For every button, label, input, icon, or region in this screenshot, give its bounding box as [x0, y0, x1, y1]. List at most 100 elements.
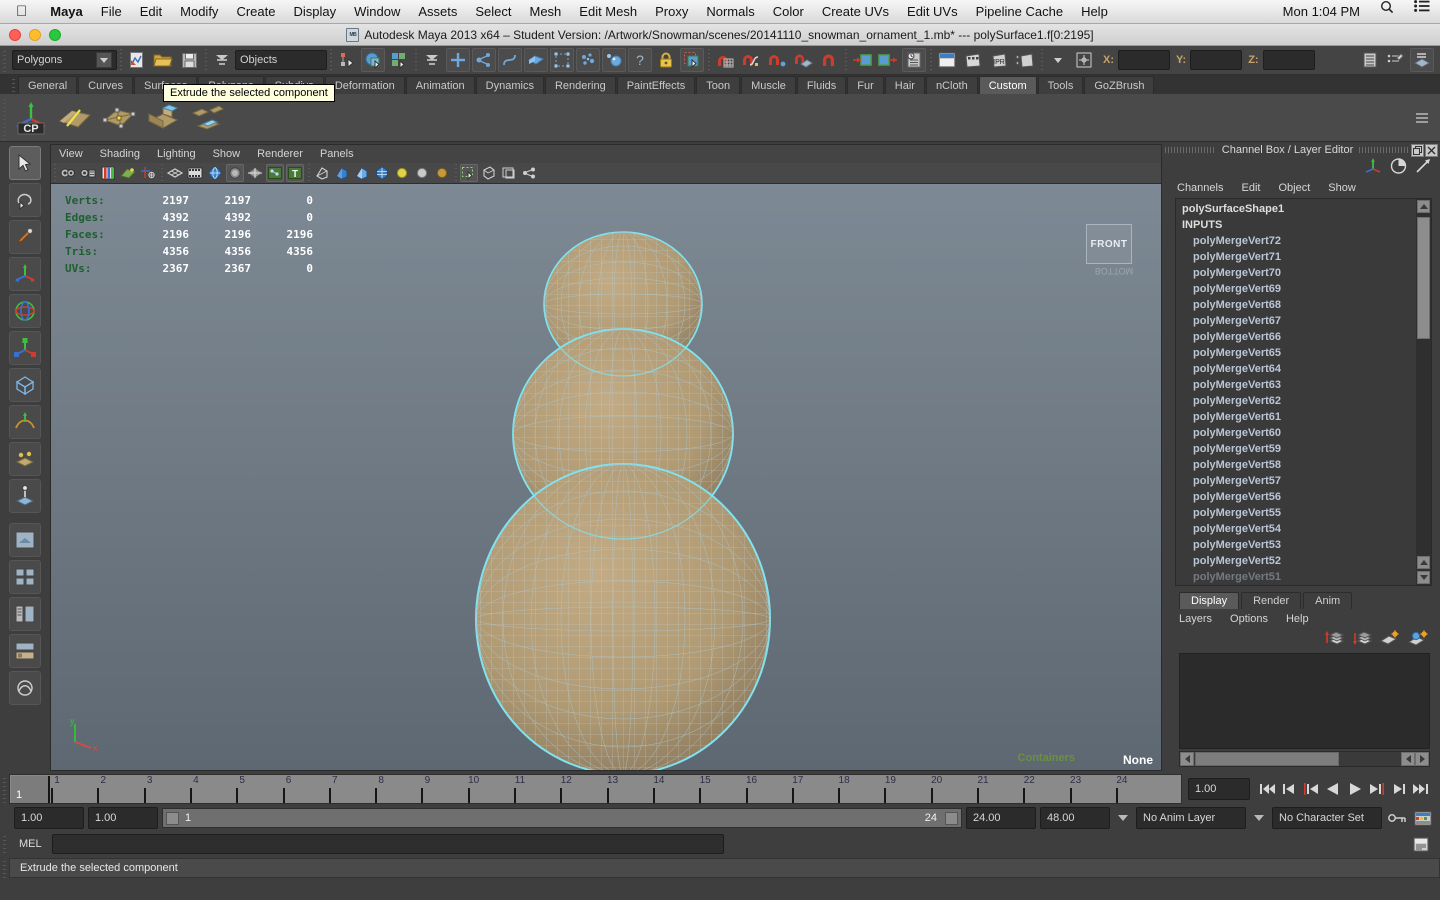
backface-cull-icon[interactable]: [480, 164, 498, 182]
scroll-down-arrow[interactable]: [1417, 571, 1430, 584]
channel-box-input-17[interactable]: polyMergeVert55: [1176, 505, 1431, 521]
list-icon[interactable]: [1404, 0, 1440, 24]
layer-list[interactable]: [1179, 653, 1430, 749]
apple-logo-icon[interactable]: : [16, 4, 27, 19]
channel-box-input-7[interactable]: polyMergeVert65: [1176, 345, 1431, 361]
restore-icon[interactable]: [1411, 143, 1424, 157]
mask-handle-icon[interactable]: [446, 48, 470, 72]
os-menu-item-help[interactable]: Help: [1072, 0, 1117, 24]
select-by-hierarchy-icon[interactable]: [335, 48, 359, 72]
channel-box-list[interactable]: polySurfaceShape1 INPUTS polyMergeVert72…: [1175, 198, 1432, 586]
channel-box-menu-edit[interactable]: Edit: [1241, 182, 1260, 194]
render-current-frame-icon[interactable]: [961, 48, 985, 72]
shelf-tab-custom[interactable]: Custom: [978, 76, 1037, 94]
paint-select-tool[interactable]: [9, 220, 41, 254]
shelf-tab-tools[interactable]: Tools: [1037, 76, 1084, 94]
last-tool-used[interactable]: [9, 442, 41, 476]
highlight-selection-icon[interactable]: [680, 48, 704, 72]
os-menu-item-window[interactable]: Window: [345, 0, 409, 24]
os-menu-item-display[interactable]: Display: [284, 0, 345, 24]
playback-end-time-field[interactable]: 24.00: [966, 807, 1036, 829]
channel-box-menu-object[interactable]: Object: [1278, 182, 1310, 194]
os-menu-item-assets[interactable]: Assets: [409, 0, 466, 24]
mask-surface-icon[interactable]: [524, 48, 548, 72]
animation-preferences-icon[interactable]: [1412, 807, 1434, 829]
scroll-down-arrow-upper[interactable]: [1417, 556, 1430, 569]
anim-layer-selector[interactable]: No Anim Layer: [1136, 807, 1246, 829]
layer-tab-display[interactable]: Display: [1179, 592, 1240, 609]
viewport-menu-panels[interactable]: Panels: [320, 148, 354, 160]
animation-start-time-field[interactable]: 1.00: [14, 807, 84, 829]
channel-box-shape-name[interactable]: polySurfaceShape1: [1176, 201, 1431, 217]
command-language-label[interactable]: MEL: [9, 838, 52, 850]
channel-box-input-6[interactable]: polyMergeVert66: [1176, 329, 1431, 345]
channel-box-input-4[interactable]: polyMergeVert68: [1176, 297, 1431, 313]
channel-box-input-21[interactable]: polyMergeVert51: [1176, 569, 1431, 585]
show-manipulator-tool[interactable]: [9, 479, 41, 513]
layer-scroll-left-arrow-2[interactable]: [1401, 752, 1415, 766]
os-menu-item-edit[interactable]: Edit: [131, 0, 171, 24]
select-by-component-type-icon[interactable]: [387, 48, 411, 72]
xray-active-icon[interactable]: [520, 164, 538, 182]
smooth-preview-icon[interactable]: [500, 164, 518, 182]
tool-settings-icon[interactable]: [1415, 158, 1432, 179]
time-slider[interactable]: 1 1 2 3 4 5 6 7 8 9 10 11 12 13 14 15 16 17 18 19 20 21 22 23 2…: [9, 774, 1182, 804]
shelf-tab-toon[interactable]: Toon: [696, 76, 741, 94]
playback-start-time-field[interactable]: 1.00: [88, 807, 158, 829]
shelf-options-icon[interactable]: [1410, 106, 1434, 130]
xray-joints-icon[interactable]: [266, 164, 284, 182]
input-connections-icon[interactable]: [850, 48, 874, 72]
resolution-gate-icon[interactable]: [206, 164, 224, 182]
character-set-selector[interactable]: No Character Set: [1272, 807, 1382, 829]
shadows-icon[interactable]: [433, 164, 451, 182]
os-menu-item-color[interactable]: Color: [764, 0, 813, 24]
save-scene-icon[interactable]: [177, 48, 201, 72]
snap-to-view-plane-icon[interactable]: [817, 48, 841, 72]
wireframe-on-shaded-icon[interactable]: [373, 164, 391, 182]
channel-box-input-15[interactable]: polyMergeVert57: [1176, 473, 1431, 489]
os-menu-item-edit-uvs[interactable]: Edit UVs: [898, 0, 967, 24]
snap-to-point-icon[interactable]: [765, 48, 789, 72]
os-menu-item-proxy[interactable]: Proxy: [646, 0, 697, 24]
channel-box-input-12[interactable]: polyMergeVert60: [1176, 425, 1431, 441]
channel-box-input-9[interactable]: polyMergeVert63: [1176, 377, 1431, 393]
channel-box-input-5[interactable]: polyMergeVert67: [1176, 313, 1431, 329]
panel-grip-left[interactable]: [1165, 147, 1216, 153]
os-menu-item-file[interactable]: File: [92, 0, 131, 24]
channel-box-icon[interactable]: [1364, 157, 1382, 179]
auto-key-icon[interactable]: [1386, 807, 1408, 829]
channel-box-input-10[interactable]: polyMergeVert62: [1176, 393, 1431, 409]
current-time-indicator[interactable]: 1: [11, 776, 50, 803]
shelf-tab-ncloth[interactable]: nCloth: [925, 76, 978, 94]
channel-box-input-3[interactable]: polyMergeVert69: [1176, 281, 1431, 297]
insert-edge-loop-icon[interactable]: [57, 100, 93, 136]
shelf-tab-painteffects[interactable]: PaintEffects: [616, 76, 696, 94]
anim-layer-dropdown-icon[interactable]: [1118, 815, 1128, 821]
select-camera-icon[interactable]: [59, 164, 77, 182]
channel-box-input-14[interactable]: polyMergeVert58: [1176, 457, 1431, 473]
move-layer-down-icon[interactable]: [1352, 630, 1373, 651]
new-layer-icon[interactable]: [1379, 629, 1400, 651]
all-lights-icon[interactable]: [413, 164, 431, 182]
shelf-tab-animation[interactable]: Animation: [405, 76, 475, 94]
smooth-shading-icon[interactable]: [333, 164, 351, 182]
shelf-tab-rendering[interactable]: Rendering: [544, 76, 616, 94]
persp-graph-layout[interactable]: [9, 671, 41, 705]
hypergraph-persp-layout[interactable]: [9, 634, 41, 668]
layer-menu-options[interactable]: Options: [1230, 613, 1268, 625]
snap-to-projected-center-icon[interactable]: [791, 48, 815, 72]
status-line-grip[interactable]: [0, 47, 9, 73]
layer-scroll-right-arrow[interactable]: [1415, 752, 1429, 766]
mask-dynamics-icon[interactable]: [576, 48, 600, 72]
selection-mask-submenu-icon[interactable]: [420, 48, 444, 72]
menu-set-selector[interactable]: Polygons: [12, 50, 117, 70]
os-menu-item-maya[interactable]: Maya: [41, 0, 92, 24]
channel-box-scroll-thumb[interactable]: [1417, 217, 1430, 339]
bookmarks-icon[interactable]: [99, 164, 117, 182]
channel-box-input-8[interactable]: polyMergeVert64: [1176, 361, 1431, 377]
select-by-object-type-icon[interactable]: [361, 48, 385, 72]
range-slider-right-handle[interactable]: [945, 812, 958, 825]
single-perspective-layout[interactable]: [9, 523, 41, 557]
os-menu-item-mesh[interactable]: Mesh: [521, 0, 571, 24]
new-scene-icon[interactable]: [125, 48, 149, 72]
